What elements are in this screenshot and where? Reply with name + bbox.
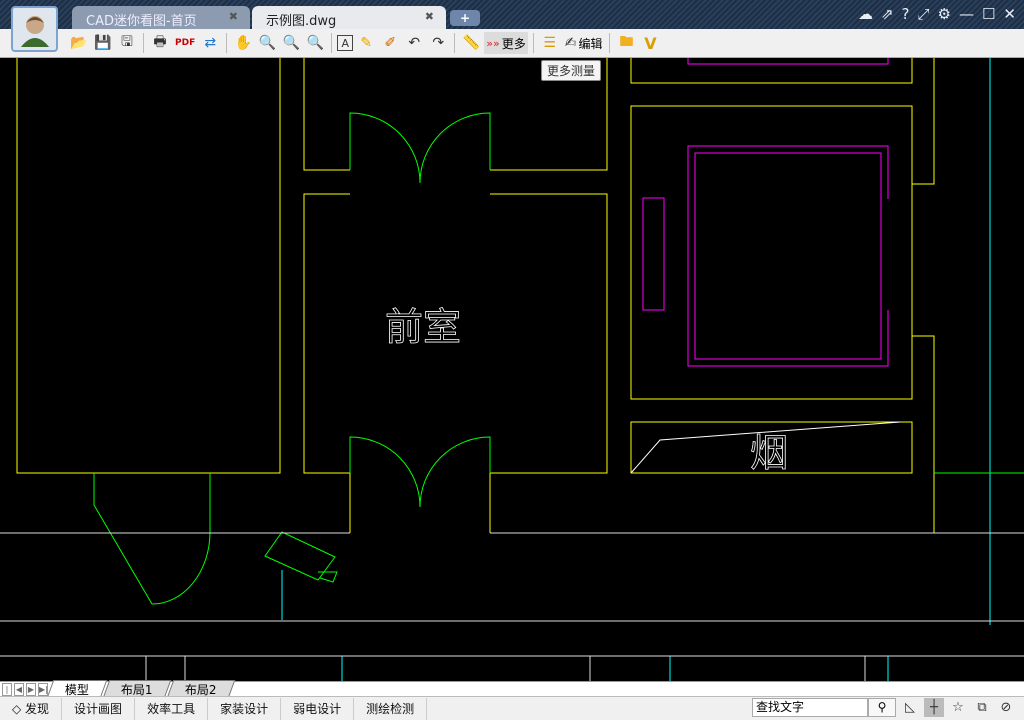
fixtures [642, 58, 889, 367]
last-tab-icon[interactable]: ▶| [38, 682, 48, 696]
search-icon[interactable]: ⚲ [868, 698, 896, 717]
chimney-label: 烟 [750, 431, 788, 475]
layout-icon[interactable]: ◺ [900, 698, 920, 717]
design-draw-button[interactable]: 设计画图 [62, 697, 136, 720]
layout-tabs: |◀ ◀ ▶ ▶| 模型 布局1 布局2 [0, 680, 1024, 705]
efficiency-tools-button[interactable]: 效率工具 [135, 697, 209, 720]
home-design-button[interactable]: 家装设计 [208, 697, 282, 720]
tooltip: 更多测量 [541, 60, 602, 81]
low-voltage-design-button[interactable]: 弱电设计 [281, 697, 355, 720]
walls [16, 58, 935, 534]
first-tab-icon[interactable]: |◀ [2, 682, 12, 705]
discover-button[interactable]: ◇ 发现 [0, 697, 63, 720]
search-text-input[interactable]: 查找文字 [752, 698, 868, 717]
prev-tab-icon[interactable]: ◀ [14, 682, 24, 696]
drawing-canvas[interactable]: 前室 烟 [0, 0, 1024, 720]
doors [93, 112, 491, 605]
avatar[interactable] [11, 6, 58, 52]
crosshair-icon[interactable]: ┼ [924, 698, 944, 717]
3d-icon[interactable]: ⧉ [972, 698, 992, 717]
axis-lines [0, 58, 1024, 681]
room-label: 前室 [385, 305, 461, 349]
next-tab-icon[interactable]: ▶ [26, 682, 36, 696]
orbit-icon[interactable]: ⊘ [996, 698, 1016, 717]
survey-button[interactable]: 测绘检测 [354, 697, 428, 720]
star-icon[interactable]: ☆ [948, 698, 968, 717]
